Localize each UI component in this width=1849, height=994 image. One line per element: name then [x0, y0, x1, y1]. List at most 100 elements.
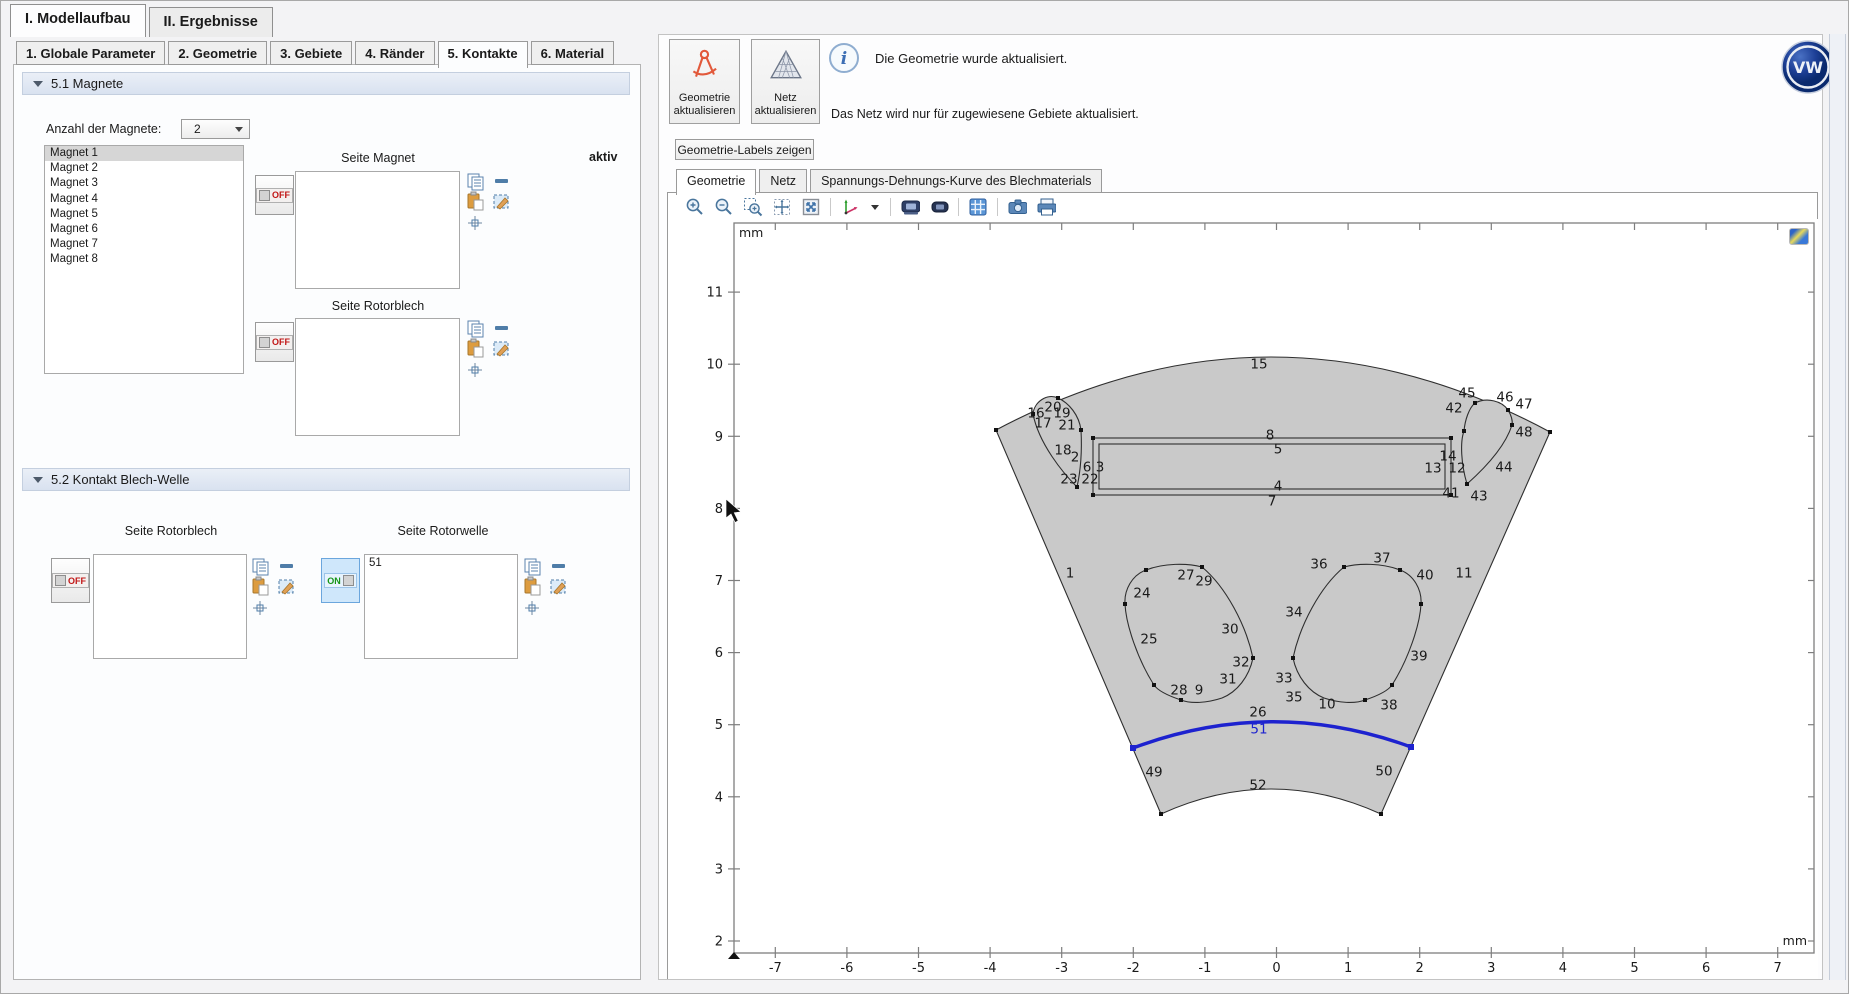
selection-entry[interactable]: 51: [369, 557, 513, 569]
selected-vertex-marker[interactable]: [1408, 744, 1414, 750]
paste-icon[interactable]: [468, 339, 483, 357]
selection-list-kontakt-rotorwelle[interactable]: 51: [364, 554, 518, 659]
remove-icon[interactable]: [495, 179, 508, 183]
update-geometry-button[interactable]: Geometrie aktualisieren: [669, 39, 740, 124]
magnet-list-item[interactable]: Magnet 6: [45, 222, 243, 237]
clear-selection-icon[interactable]: [551, 580, 565, 594]
subtab-3[interactable]: 4. Ränder: [355, 41, 434, 65]
copy-icon[interactable]: [253, 559, 268, 575]
graphics-canvas[interactable]: -7-6-5-4-3-2-101234567234567891011 mm mm…: [668, 219, 1818, 979]
x-tick-label: -4: [984, 961, 997, 976]
copy-icon[interactable]: [525, 559, 540, 575]
toggle-kontakt-rotorwelle[interactable]: ON: [321, 558, 360, 603]
image-snapshot-icon[interactable]: [900, 197, 920, 217]
remove-icon[interactable]: [495, 326, 508, 330]
toolbar-separator: [997, 198, 998, 216]
camera-icon[interactable]: [1007, 197, 1027, 217]
zoom-to-selection-icon[interactable]: [253, 601, 267, 615]
boundary-label-43: 43: [1470, 489, 1487, 505]
magnet-list-item[interactable]: Magnet 5: [45, 207, 243, 222]
grid-toggle-icon[interactable]: [968, 197, 988, 217]
subtab-1[interactable]: 2. Geometrie: [168, 41, 267, 65]
window-tab-0[interactable]: I. Modellaufbau: [10, 4, 146, 37]
zoom-to-selection-icon[interactable]: [468, 363, 482, 377]
magnet-count-dropdown[interactable]: 2: [181, 119, 250, 139]
toggle-seite-rotorblech[interactable]: OFF: [255, 322, 294, 362]
x-tick-label: 7: [1774, 961, 1782, 976]
paste-icon[interactable]: [253, 577, 268, 595]
boundary-label-33: 33: [1275, 671, 1292, 687]
magnet-list-item[interactable]: Magnet 3: [45, 176, 243, 191]
subtab-2[interactable]: 3. Gebiete: [270, 41, 352, 65]
update-mesh-button[interactable]: Netz aktualisieren: [751, 39, 820, 124]
magnet-list-item[interactable]: Magnet 8: [45, 252, 243, 267]
magnet-list[interactable]: Magnet 1Magnet 2Magnet 3Magnet 4Magnet 5…: [44, 145, 244, 374]
clear-selection-icon[interactable]: [279, 580, 293, 594]
vertex-marker: [1379, 812, 1383, 816]
image-export-icon[interactable]: [929, 197, 949, 217]
subtab-5[interactable]: 6. Material: [531, 41, 615, 65]
selected-vertex-marker[interactable]: [1130, 745, 1136, 751]
graphics-tab-0[interactable]: Geometrie: [676, 169, 756, 195]
boundary-label-52: 52: [1249, 778, 1266, 794]
boundary-label-36: 36: [1310, 557, 1327, 573]
subtab-4[interactable]: 5. Kontakte: [438, 41, 528, 68]
x-tick-label: 6: [1702, 961, 1710, 976]
toggle-seite-magnet[interactable]: OFF: [255, 175, 294, 215]
window-tab-1[interactable]: II. Ergebnisse: [149, 7, 273, 37]
magnet-list-item[interactable]: Magnet 1: [45, 146, 243, 161]
vertex-marker: [1390, 683, 1394, 687]
magnet-list-item[interactable]: Magnet 7: [45, 237, 243, 252]
button-label-line2: aktualisieren: [755, 105, 817, 118]
copy-icon[interactable]: [468, 321, 483, 337]
section-header-kontakt[interactable]: 5.2 Kontakt Blech-Welle: [22, 468, 630, 491]
graphics-tab-2[interactable]: Spannungs-Dehnungs-Kurve des Blechmateri…: [810, 169, 1102, 193]
svg-text:i: i: [841, 49, 847, 69]
graphics-toolbar: [685, 195, 1056, 219]
toolbar-separator: [830, 198, 831, 216]
clear-selection-icon[interactable]: [494, 195, 508, 209]
copy-icon[interactable]: [468, 174, 483, 190]
vertex-marker: [1473, 401, 1477, 405]
section-header-magnete[interactable]: 5.1 Magnete: [22, 72, 630, 95]
zoom-in-icon[interactable]: [685, 197, 705, 217]
view-orientation-icon[interactable]: [840, 197, 860, 217]
zoom-to-selection-icon[interactable]: [525, 601, 539, 615]
zoom-out-icon[interactable]: [714, 197, 734, 217]
zoom-to-selection-icon[interactable]: [468, 216, 482, 230]
vertex-marker: [1091, 436, 1095, 440]
clear-selection-icon[interactable]: [494, 342, 508, 356]
dropdown-value: 2: [194, 122, 201, 136]
y-tick-label: 9: [715, 430, 723, 445]
remove-icon[interactable]: [280, 564, 293, 568]
graphics-tab-bar: GeometrieNetzSpannungs-Dehnungs-Kurve de…: [676, 169, 1105, 195]
selection-list-seite-magnet[interactable]: [295, 171, 460, 289]
zoom-extents-icon[interactable]: [772, 197, 792, 217]
print-icon[interactable]: [1036, 197, 1056, 217]
paste-icon[interactable]: [525, 577, 540, 595]
magnet-list-item[interactable]: Magnet 2: [45, 161, 243, 176]
subtab-0[interactable]: 1. Globale Parameter: [16, 41, 165, 65]
vertex-marker: [1152, 683, 1156, 687]
boundary-label-31: 31: [1219, 672, 1236, 688]
dropdown-caret-icon[interactable]: [869, 197, 881, 217]
show-geometry-labels-button[interactable]: Geometrie-Labels zeigen: [675, 139, 814, 160]
x-tick-label: 0: [1272, 961, 1280, 976]
graphics-tab-1[interactable]: Netz: [759, 169, 807, 193]
paste-icon[interactable]: [468, 192, 483, 210]
iconset-kontakt-rotorwelle: [524, 557, 572, 619]
plot-thumbnail-icon[interactable]: [1789, 228, 1809, 245]
vertex-marker: [1465, 482, 1469, 486]
x-tick-label: 1: [1344, 961, 1352, 976]
selection-list-seite-rotorblech[interactable]: [295, 318, 460, 436]
y-tick-label: 10: [706, 358, 723, 373]
boundary-label-45: 45: [1458, 386, 1475, 402]
boundary-label-25: 25: [1140, 632, 1157, 648]
selection-list-kontakt-rotorblech[interactable]: [93, 554, 247, 659]
zoom-box-icon[interactable]: [743, 197, 763, 217]
fit-window-icon[interactable]: [801, 197, 821, 217]
y-tick-label: 5: [715, 718, 723, 733]
remove-icon[interactable]: [552, 564, 565, 568]
magnet-list-item[interactable]: Magnet 4: [45, 192, 243, 207]
toggle-kontakt-rotorblech[interactable]: OFF: [51, 558, 90, 603]
